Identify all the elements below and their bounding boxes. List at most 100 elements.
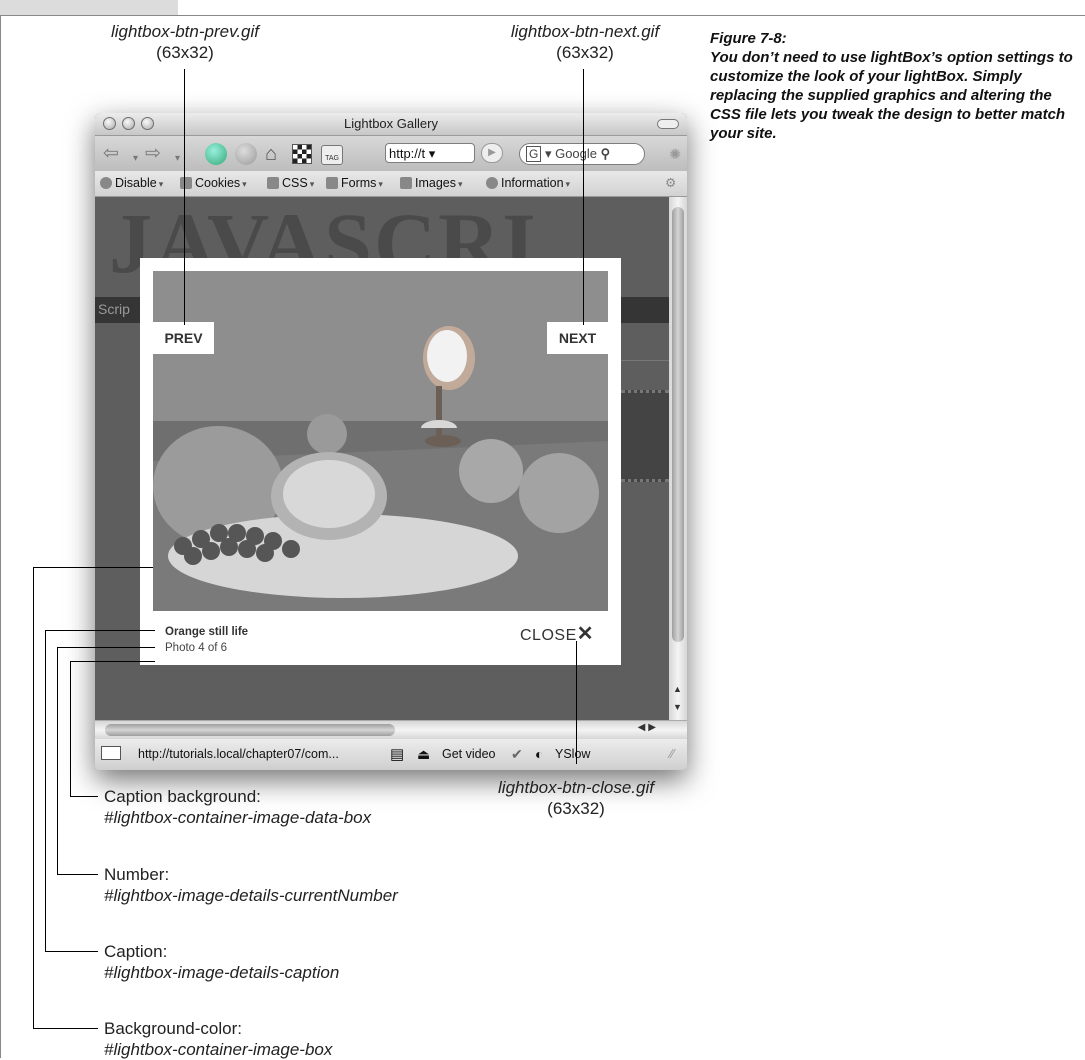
home-icon[interactable]: ⌂ [265,144,277,164]
yslow-icon[interactable]: ◐ [535,739,543,770]
bg-color-line-top [33,567,153,568]
forward-dropdown-icon[interactable]: ▾ [175,149,180,169]
scroll-left-right-arrows-icon[interactable]: ◀▶ [638,722,659,733]
devbar-label: Disable [115,176,157,190]
devbar-information[interactable]: Information ▾ [486,171,570,197]
caption-bg-line-bottom [70,796,98,797]
vertical-scroll-thumb[interactable] [672,207,684,642]
figure-title: Figure 7-8: [710,30,787,47]
caption-line-top [45,630,155,631]
callout-caption: Caption: #lightbox-image-details-caption [104,941,339,983]
stop-icon[interactable] [235,143,257,165]
callout-next: lightbox-btn-next.gif (63x32) [485,21,685,63]
number-line-top [57,647,155,648]
image-number: Photo 4 of 6 [165,642,228,654]
number-line-vertical [57,647,58,875]
caption-bg-line-top [70,661,155,662]
callout-bg-color-selector: #lightbox-container-image-box [104,1040,333,1059]
callout-caption-bg-selector: #lightbox-container-image-data-box [104,808,372,827]
forward-arrow-icon[interactable]: ⇨ [145,144,161,164]
search-field[interactable]: G ▾ Google ⚲ [519,143,645,165]
caption-line-vertical [45,630,46,952]
callout-close-file: lightbox-btn-close.gif [498,778,654,797]
status-page-icon [101,739,121,770]
orange-still-life-image [153,271,608,611]
callout-prev-size: (63x32) [156,43,214,62]
callout-prev: lightbox-btn-prev.gif (63x32) [85,21,285,63]
url-text: http://t [389,146,426,161]
callout-caption-selector: #lightbox-image-details-caption [104,963,340,982]
number-line-bottom [57,874,98,875]
close-icon: ✕ [576,623,595,645]
next-callout-line [583,69,584,325]
google-logo-icon: G [526,146,542,162]
close-button[interactable]: CLOSE✕ [520,621,594,646]
page-thumbnail [621,390,669,482]
callout-next-size: (63x32) [556,43,614,62]
status-get-video[interactable]: Get video [442,739,496,770]
callout-caption-bg-label: Caption background: [104,787,261,806]
prev-button[interactable]: PREV [153,322,214,354]
url-field[interactable]: http://t ▾ [385,143,475,163]
figure-text: You don’t need to use lightBox’s option … [710,49,1073,142]
devbar-css[interactable]: CSS ▾ [267,171,314,197]
devbar-label: Images [415,176,456,190]
back-dropdown-icon[interactable]: ▾ [133,149,138,169]
close-label: CLOSE [520,627,577,644]
callout-bg-color-label: Background-color: [104,1019,242,1038]
tag-icon[interactable]: TAG [321,145,343,165]
scroll-up-arrow-icon[interactable]: ▲ [673,684,682,694]
lightbox-photo: PREV NEXT [153,271,608,611]
images-icon [400,177,412,189]
bg-color-line-vertical [33,567,34,1029]
scroll-down-arrow-icon[interactable]: ▼ [673,702,682,712]
activity-spinner-icon: ✺ [669,146,681,162]
page-nav-text: Scrip [98,301,130,317]
reload-icon[interactable] [205,143,227,165]
callout-prev-file: lightbox-btn-prev.gif [110,22,260,41]
lightbox-container: PREV NEXT Orange still life Photo 4 of 6… [140,258,621,665]
next-button[interactable]: NEXT [547,322,608,354]
devbar-disable[interactable]: Disable ▾ [100,171,163,197]
devbar-cookies[interactable]: Cookies ▾ [180,171,247,197]
status-bar: http://tutorials.local/chapter07/com... … [95,739,687,770]
callout-close-size: (63x32) [547,799,605,818]
status-document-icon[interactable]: ▤ [390,739,404,770]
callout-number: Number: #lightbox-image-details-currentN… [104,864,398,906]
prev-callout-line [184,69,185,325]
status-check-icon[interactable]: ✔ [511,739,523,770]
css-icon [267,177,279,189]
callout-number-selector: #lightbox-image-details-currentNumber [104,886,398,905]
callout-caption-bg: Caption background: #lightbox-container-… [104,786,371,828]
horizontal-scrollbar[interactable]: ◀▶ [95,720,687,739]
caption-bg-line-vertical [70,661,71,797]
settings-icon[interactable]: ⚙ [665,171,676,196]
figure-caption: Figure 7-8: You don’t need to use lightB… [710,29,1080,143]
devbar-label: Forms [341,176,377,190]
resize-grip-icon[interactable]: ⁄⁄ [670,739,674,770]
status-download-icon[interactable]: ⏏ [417,739,430,770]
horizontal-scroll-thumb[interactable] [105,724,395,736]
callout-caption-label: Caption: [104,942,168,961]
callout-next-file: lightbox-btn-next.gif [510,22,660,41]
search-placeholder: Google [555,146,598,161]
information-icon [486,177,498,189]
toolbar-toggle-button[interactable] [657,119,679,129]
bg-color-line-bottom [33,1028,98,1029]
close-callout-line [576,641,577,764]
back-arrow-icon[interactable]: ⇦ [103,144,119,164]
go-button[interactable]: ▶ [481,143,503,163]
devbar-label: CSS [282,176,308,190]
devbar-images[interactable]: Images ▾ [400,171,463,197]
page-tab [0,0,178,15]
status-url: http://tutorials.local/chapter07/com... [138,747,339,761]
status-yslow[interactable]: YSlow [555,739,590,770]
devbar-forms[interactable]: Forms ▾ [326,171,383,197]
devbar-label: Information [501,176,564,190]
bookmarks-icon[interactable] [292,144,312,164]
disable-icon [100,177,112,189]
page-divider [615,360,669,361]
vertical-scrollbar[interactable]: ▲ ▼ [669,197,687,720]
callout-number-label: Number: [104,865,170,884]
caption-line-bottom [45,951,98,952]
